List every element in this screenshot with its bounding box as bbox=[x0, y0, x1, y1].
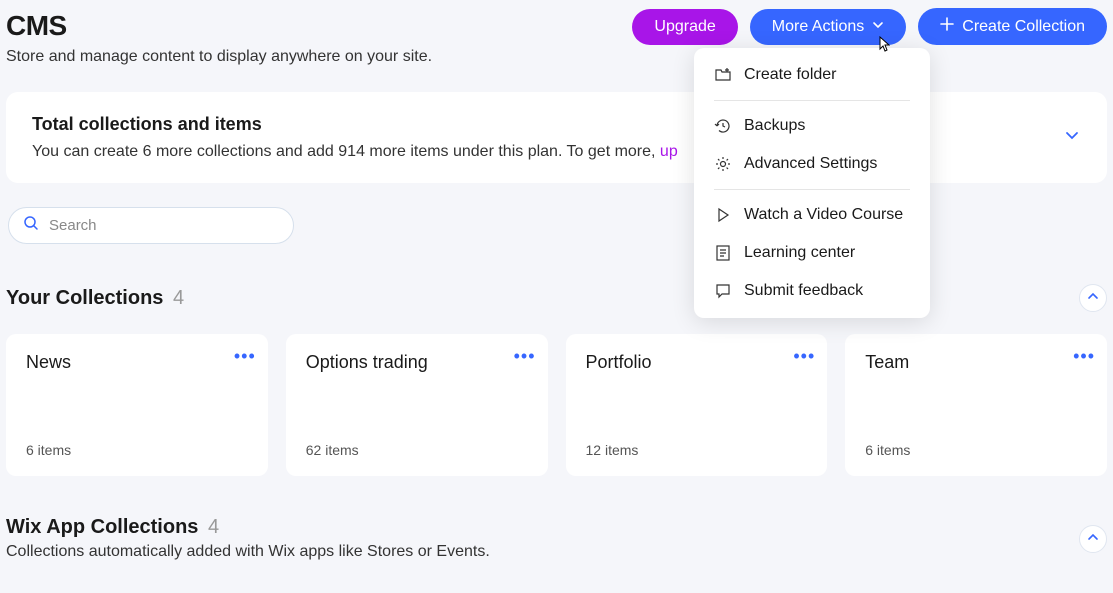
upgrade-button-label: Upgrade bbox=[654, 18, 715, 36]
chevron-down-icon bbox=[872, 18, 884, 36]
header-left: CMS Store and manage content to display … bbox=[6, 8, 432, 66]
section-heading-block: Wix App Collections 4 Collections automa… bbox=[6, 516, 490, 561]
gear-icon bbox=[714, 155, 732, 173]
search-icon bbox=[23, 215, 39, 236]
wix-collections-section: Wix App Collections 4 Collections automa… bbox=[0, 516, 1113, 561]
dropdown-item-create-folder[interactable]: Create folder bbox=[694, 56, 930, 94]
chevron-up-icon bbox=[1087, 289, 1099, 307]
dropdown-item-backups[interactable]: Backups bbox=[694, 107, 930, 145]
upgrade-button[interactable]: Upgrade bbox=[632, 9, 737, 45]
page-header: CMS Store and manage content to display … bbox=[0, 0, 1113, 66]
collection-card[interactable]: ••• Options trading 62 items bbox=[286, 334, 548, 476]
wix-collections-subtitle: Collections automatically added with Wix… bbox=[6, 543, 490, 561]
card-items-count: 12 items bbox=[586, 442, 808, 458]
card-more-icon[interactable]: ••• bbox=[234, 346, 256, 367]
more-actions-dropdown: Create folder Backups Advanced Settings … bbox=[694, 48, 930, 318]
cards-grid: ••• News 6 items ••• Options trading 62 … bbox=[6, 334, 1107, 476]
wix-collections-count: 4 bbox=[208, 516, 219, 538]
info-text: You can create 6 more collections and ad… bbox=[32, 143, 678, 161]
section-title: Wix App Collections 4 bbox=[6, 516, 490, 539]
card-items-count: 6 items bbox=[26, 442, 248, 458]
your-collections-title: Your Collections bbox=[6, 287, 163, 309]
search-box[interactable] bbox=[8, 207, 294, 244]
card-more-icon[interactable]: ••• bbox=[514, 346, 536, 367]
dropdown-item-submit-feedback[interactable]: Submit feedback bbox=[694, 272, 930, 310]
dropdown-item-label: Watch a Video Course bbox=[744, 206, 903, 224]
dropdown-item-label: Create folder bbox=[744, 66, 837, 84]
your-collections-count: 4 bbox=[173, 287, 184, 309]
plus-icon bbox=[940, 17, 954, 36]
folder-plus-icon bbox=[714, 66, 732, 84]
dropdown-item-label: Backups bbox=[744, 117, 805, 135]
info-box[interactable]: Total collections and items You can crea… bbox=[6, 92, 1107, 183]
document-icon bbox=[714, 244, 732, 262]
create-collection-label: Create Collection bbox=[962, 18, 1085, 36]
collection-card[interactable]: ••• Portfolio 12 items bbox=[566, 334, 828, 476]
more-actions-label: More Actions bbox=[772, 18, 864, 36]
chevron-up-icon bbox=[1087, 530, 1099, 548]
info-text-prefix: You can create 6 more collections and ad… bbox=[32, 143, 660, 160]
dropdown-item-label: Advanced Settings bbox=[744, 155, 877, 173]
card-more-icon[interactable]: ••• bbox=[1073, 346, 1095, 367]
search-input[interactable] bbox=[49, 217, 279, 234]
info-content: Total collections and items You can crea… bbox=[32, 114, 678, 161]
collapse-button[interactable] bbox=[1079, 284, 1107, 312]
your-collections-section: Your Collections 4 ••• News 6 items ••• … bbox=[0, 284, 1113, 476]
section-header: Wix App Collections 4 Collections automa… bbox=[6, 516, 1107, 561]
section-title: Your Collections 4 bbox=[6, 287, 184, 310]
chat-icon bbox=[714, 282, 732, 300]
create-collection-button[interactable]: Create Collection bbox=[918, 8, 1107, 45]
page-subtitle: Store and manage content to display anyw… bbox=[6, 48, 432, 66]
info-title: Total collections and items bbox=[32, 114, 678, 135]
collection-card[interactable]: ••• Team 6 items bbox=[845, 334, 1107, 476]
card-title: Options trading bbox=[306, 352, 528, 373]
card-title: Team bbox=[865, 352, 1087, 373]
card-items-count: 62 items bbox=[306, 442, 528, 458]
page-title: CMS bbox=[6, 10, 432, 42]
history-icon bbox=[714, 117, 732, 135]
dropdown-item-label: Learning center bbox=[744, 244, 855, 262]
dropdown-divider bbox=[714, 189, 910, 190]
wix-collections-title: Wix App Collections bbox=[6, 516, 198, 538]
card-items-count: 6 items bbox=[865, 442, 1087, 458]
upgrade-link[interactable]: up bbox=[660, 143, 678, 160]
dropdown-divider bbox=[714, 100, 910, 101]
collapse-button[interactable] bbox=[1079, 525, 1107, 553]
dropdown-item-video-course[interactable]: Watch a Video Course bbox=[694, 196, 930, 234]
dropdown-item-advanced-settings[interactable]: Advanced Settings bbox=[694, 145, 930, 183]
header-actions: Upgrade More Actions Create Collection bbox=[632, 8, 1107, 45]
play-icon bbox=[714, 206, 732, 224]
section-header: Your Collections 4 bbox=[6, 284, 1107, 312]
more-actions-button[interactable]: More Actions bbox=[750, 9, 906, 45]
card-title: News bbox=[26, 352, 248, 373]
chevron-down-icon[interactable] bbox=[1063, 126, 1081, 149]
collection-card[interactable]: ••• News 6 items bbox=[6, 334, 268, 476]
dropdown-item-learning-center[interactable]: Learning center bbox=[694, 234, 930, 272]
dropdown-item-label: Submit feedback bbox=[744, 282, 863, 300]
card-title: Portfolio bbox=[586, 352, 808, 373]
card-more-icon[interactable]: ••• bbox=[793, 346, 815, 367]
